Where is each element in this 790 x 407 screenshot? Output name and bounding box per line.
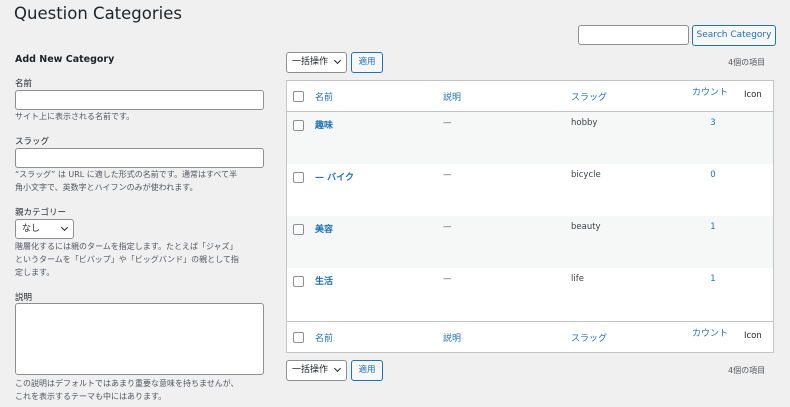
column-name[interactable]: 名前 [315,90,333,103]
apply-button-top[interactable]: 適用 [351,52,383,73]
category-slug: bicycle [571,170,601,180]
items-count-top: 4個の項目 [728,58,766,67]
parent-category-label: 親カテゴリー [15,208,67,218]
form-heading: Add New Category [15,54,115,65]
column-description[interactable]: 説明 [443,90,461,103]
name-input[interactable] [15,90,264,110]
categories-table: 名前 説明 スラッグ カウント Icon 趣味 — hobby 3 — バイク … [286,80,774,353]
category-description: — [443,222,452,232]
column-icon: Icon [744,90,762,100]
slug-label: スラッグ [15,137,50,147]
category-name-link[interactable]: 美容 [315,222,333,235]
search-input[interactable] [578,25,689,45]
table-row: — バイク — bicycle 0 [287,164,773,216]
slug-input[interactable] [15,148,264,168]
parent-description-line-3: 定します。 [15,268,55,277]
footer-column-description[interactable]: 説明 [443,331,461,344]
parent-description-line-2: というタームを「ビバップ」や「ビッグバンド」の親として指 [15,255,239,264]
row-checkbox[interactable] [293,276,304,287]
row-checkbox[interactable] [293,120,304,131]
footer-column-name[interactable]: 名前 [315,331,333,344]
description-textarea[interactable] [15,303,264,375]
parent-description-line-1: 階層化するには親のタームを指定します。たとえば「ジャズ」 [15,242,238,251]
description-help-line-2: これを表示するテーマも中にはあります。 [15,392,167,401]
chevron-down-icon [333,364,342,373]
table-row: 趣味 — hobby 3 [287,112,773,164]
row-checkbox[interactable] [293,224,304,235]
category-slug: hobby [571,118,598,128]
category-count-link[interactable]: 1 [706,274,720,284]
category-count-link[interactable]: 1 [706,222,720,232]
column-slug[interactable]: スラッグ [571,90,607,103]
category-slug: life [571,274,584,284]
description-label: 説明 [15,293,33,303]
category-name-link[interactable]: 趣味 [315,118,333,131]
parent-category-select[interactable]: なし [15,219,74,239]
category-count-link[interactable]: 3 [706,118,720,128]
row-checkbox[interactable] [293,172,304,183]
bulk-action-select-bottom[interactable]: 一括操作 [286,360,347,381]
footer-column-count[interactable]: カウント [692,326,728,339]
bulk-action-select-top[interactable]: 一括操作 [286,52,347,73]
select-all-checkbox-footer[interactable] [293,332,304,343]
search-category-button[interactable]: Search Category [692,25,776,46]
bulk-action-label: 一括操作 [292,365,329,375]
select-all-checkbox[interactable] [293,91,304,102]
apply-button-bottom[interactable]: 適用 [351,360,383,381]
table-row: 生活 — life 1 [287,268,773,320]
parent-category-value: なし [22,224,41,234]
description-help-line-1: この説明はデフォルトではあまり重要な意味を持ちませんが、 [15,379,239,388]
page-title: Question Categories [14,4,182,23]
footer-column-slug[interactable]: スラッグ [571,331,607,344]
items-count-bottom: 4個の項目 [728,366,766,375]
name-label: 名前 [15,79,33,89]
table-footer: 名前 説明 スラッグ カウント Icon [287,321,773,352]
chevron-down-icon [60,223,69,232]
name-description: サイト上に表示される名前です。 [15,112,135,121]
category-description: — [443,170,452,180]
bulk-action-label: 一括操作 [292,57,329,67]
category-description: — [443,274,452,284]
column-count[interactable]: カウント [692,85,728,98]
category-count-link[interactable]: 0 [706,170,720,180]
category-slug: beauty [571,222,601,232]
table-row: 美容 — beauty 1 [287,216,773,268]
slug-description-line-2: 角小文字で、英数字とハイフンのみが使われます。 [15,183,198,192]
category-description: — [443,118,452,128]
table-header: 名前 説明 スラッグ カウント Icon [287,81,773,112]
chevron-down-icon [333,56,342,65]
category-name-link[interactable]: — バイク [315,170,354,183]
slug-description-line-1: “スラッグ” は URL に適した形式の名前です。通常はすべて半 [15,170,238,179]
footer-column-icon: Icon [744,331,762,341]
category-name-link[interactable]: 生活 [315,274,333,287]
